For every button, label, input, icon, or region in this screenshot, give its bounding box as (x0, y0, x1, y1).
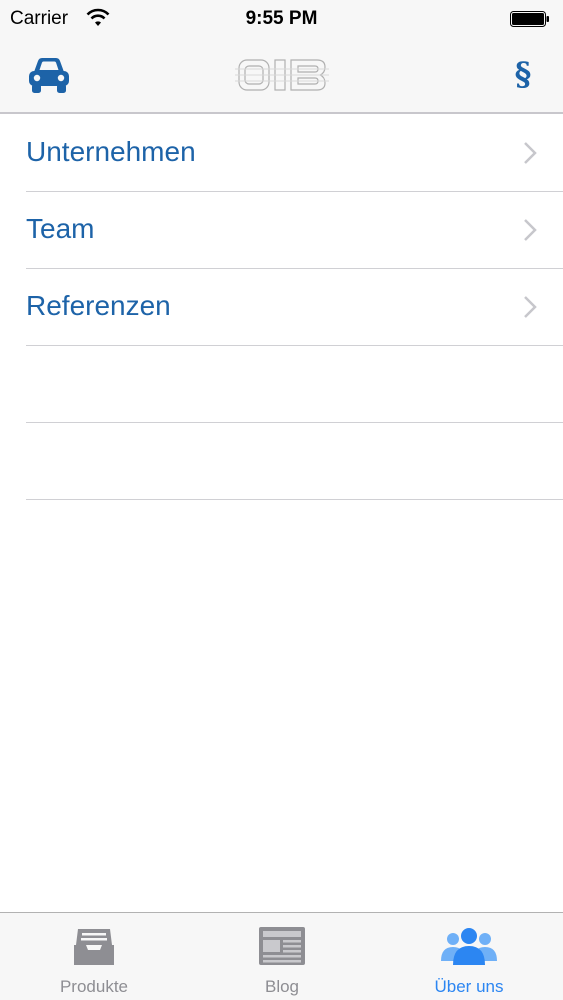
tab-ueber-uns[interactable]: Über uns (375, 913, 563, 1000)
newspaper-icon (259, 927, 305, 965)
navigation-bar: § (0, 40, 563, 114)
chevron-right-icon (524, 142, 537, 164)
tab-label: Produkte (59, 977, 129, 996)
car-icon[interactable] (26, 54, 72, 96)
chevron-right-icon (524, 296, 537, 318)
list-item-referenzen[interactable]: Referenzen (26, 269, 563, 346)
tab-produkte[interactable]: Produkte (0, 913, 188, 1000)
people-group-icon (441, 928, 497, 965)
list-item-label: Team (26, 213, 95, 244)
list-item-team[interactable]: Team (26, 192, 563, 269)
company-logo (235, 59, 329, 91)
status-bar: Carrier 9:55 PM (0, 0, 563, 40)
list-item-unternehmen[interactable]: Unternehmen (26, 115, 563, 192)
status-time: 9:55 PM (245, 8, 318, 29)
legal-section-button[interactable]: § (506, 54, 540, 94)
menu-list: Unternehmen Team Referenzen (0, 115, 563, 500)
inbox-tray-icon (74, 929, 114, 965)
chevron-right-icon (524, 219, 537, 241)
empty-row (26, 346, 563, 423)
tab-blog[interactable]: Blog (188, 913, 376, 1000)
battery-icon (510, 11, 549, 27)
tab-bar: Produkte Blog Über uns (0, 912, 563, 1000)
list-item-label: Unternehmen (26, 136, 196, 167)
empty-row (26, 423, 563, 500)
list-item-label: Referenzen (26, 290, 171, 321)
tab-label: Über uns (434, 977, 504, 996)
tab-label: Blog (264, 977, 300, 996)
